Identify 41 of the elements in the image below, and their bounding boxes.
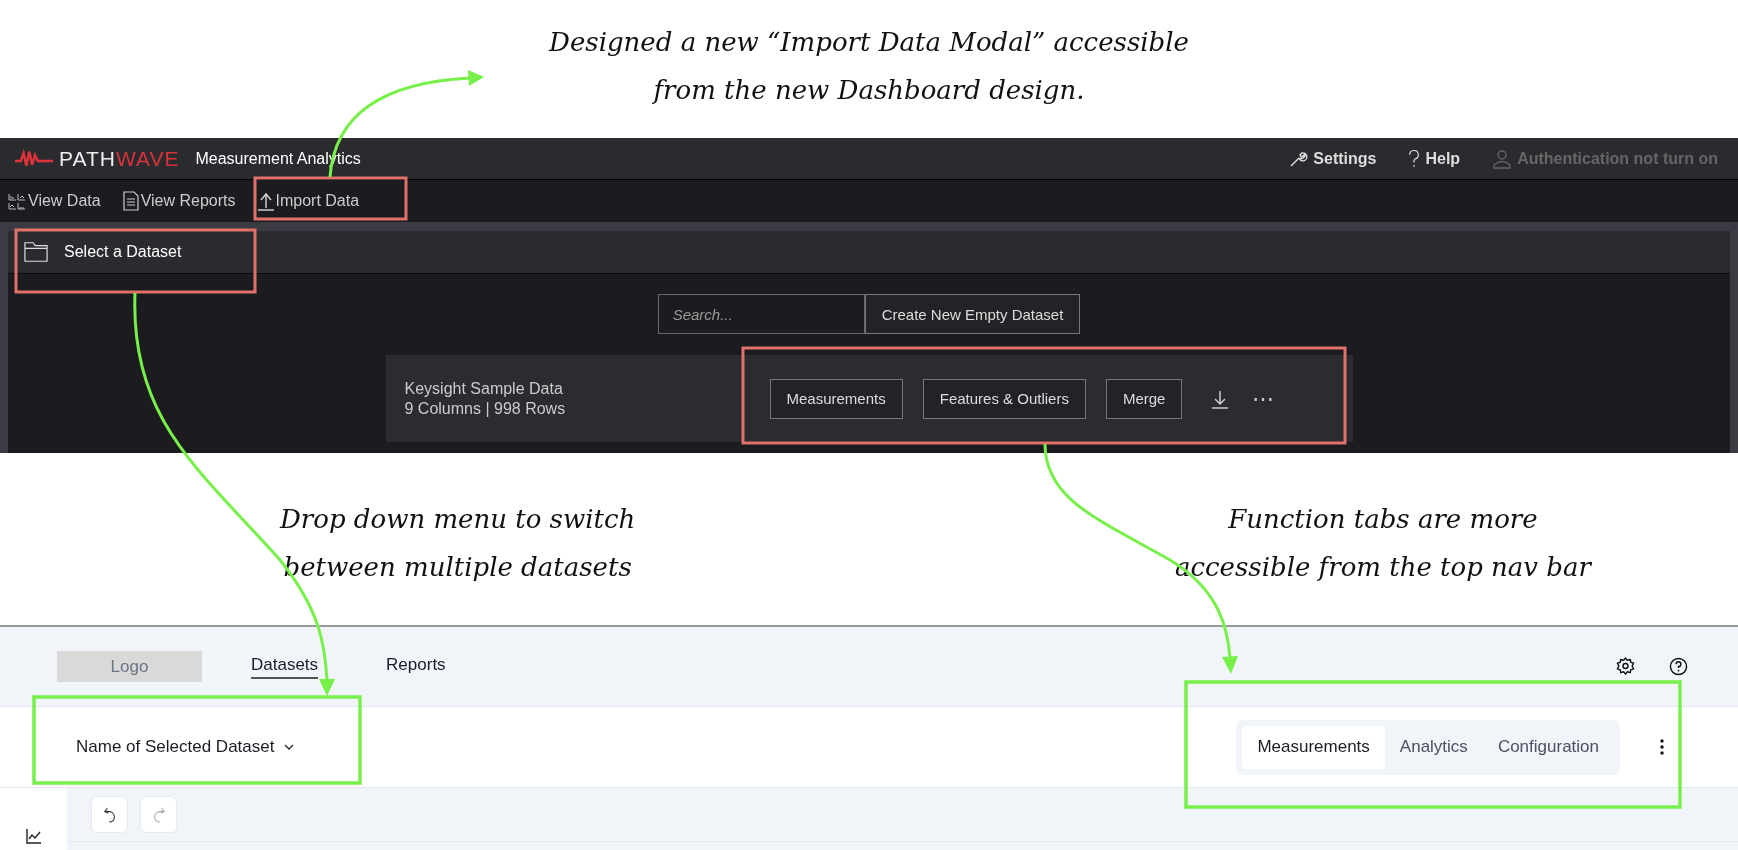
line-chart-icon[interactable] bbox=[25, 828, 42, 844]
action-button[interactable]: Features & Outliers bbox=[922, 378, 1086, 419]
chevron-down-icon bbox=[284, 744, 295, 750]
tab[interactable]: Analytics bbox=[1384, 725, 1483, 769]
logo-box: Logo bbox=[57, 651, 202, 682]
document-icon bbox=[122, 191, 139, 211]
tab[interactable]: Measurements bbox=[1242, 725, 1385, 769]
header-link[interactable]: Settings bbox=[1288, 148, 1377, 169]
charts-icon bbox=[8, 192, 26, 210]
help-icon[interactable] bbox=[1669, 657, 1688, 676]
undo-icon bbox=[102, 805, 117, 824]
question-mark-icon bbox=[1408, 148, 1421, 169]
download-icon[interactable] bbox=[1212, 388, 1229, 409]
action-button[interactable]: Merge bbox=[1105, 378, 1183, 419]
annotation-caption: Designed a new “Import Data Modal” accessible from the new Dashboard design. bbox=[549, 26, 1189, 107]
undo-button[interactable] bbox=[91, 796, 128, 833]
annotation-caption: Function tabs are more accessible from the top nav bar bbox=[1175, 503, 1591, 584]
action-button[interactable]: Measurements bbox=[769, 378, 903, 419]
search-field[interactable]: Search... bbox=[657, 294, 865, 334]
nav-link[interactable]: Reports bbox=[386, 654, 446, 679]
waveform-logo-icon bbox=[15, 148, 53, 169]
create-dataset-button[interactable]: Create New Empty Dataset bbox=[864, 294, 1081, 334]
tab[interactable]: Configuration bbox=[1482, 725, 1614, 769]
user-icon bbox=[1492, 148, 1513, 169]
dataset-dropdown[interactable]: Name of Selected Dataset bbox=[76, 737, 295, 757]
dataset-name: Keysight Sample Data bbox=[404, 378, 564, 399]
more-button[interactable]: ⋯ bbox=[1248, 385, 1279, 412]
nav-link[interactable]: View Data bbox=[8, 192, 101, 210]
annotation-caption: Drop down menu to switch between multiple datasets bbox=[280, 503, 636, 584]
header-link[interactable]: Help bbox=[1408, 148, 1461, 169]
upload-icon bbox=[257, 191, 274, 211]
dataset-meta: 9 Columns | 998 Rows bbox=[404, 398, 567, 419]
settings-icon[interactable] bbox=[1616, 657, 1635, 676]
panel-title: Select a Dataset bbox=[64, 243, 182, 261]
redo-icon bbox=[151, 805, 166, 824]
folder-icon bbox=[24, 241, 48, 263]
nav-link[interactable]: Datasets bbox=[251, 654, 319, 679]
brand-logo: PATHWAVE bbox=[59, 146, 180, 171]
nav-link[interactable]: Import Data bbox=[257, 191, 360, 211]
nav-link[interactable]: View Reports bbox=[122, 191, 236, 211]
more-icon[interactable] bbox=[1660, 739, 1664, 755]
